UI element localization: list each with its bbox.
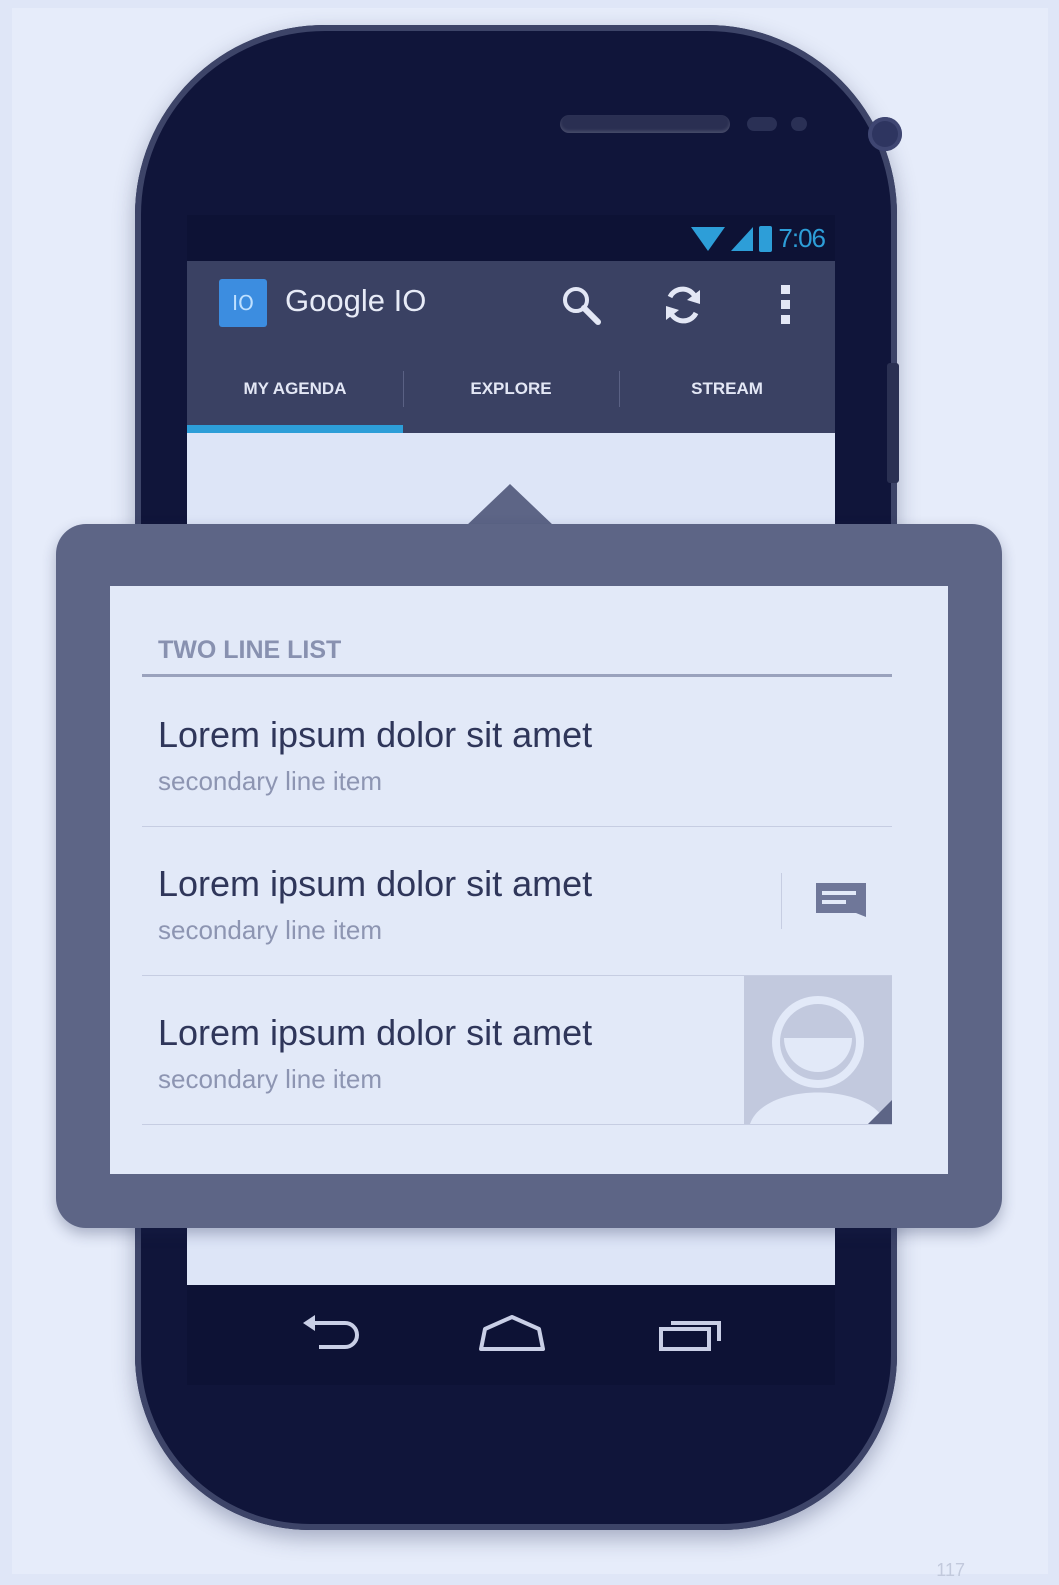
contact-avatar[interactable]	[744, 976, 892, 1124]
list-item[interactable]: Lorem ipsum dolor sit amet secondary lin…	[142, 678, 892, 827]
signal-icon	[731, 226, 754, 251]
tab-explore[interactable]: EXPLORE	[403, 345, 619, 433]
light-sensor	[791, 117, 807, 131]
app-icon[interactable]: IO	[219, 279, 267, 327]
list-item-primary: Lorem ipsum dolor sit amet	[158, 1012, 593, 1053]
tab-my-agenda[interactable]: MY AGENDA	[187, 345, 403, 433]
navigation-bar	[187, 1285, 835, 1385]
overflow-menu-icon	[781, 285, 790, 324]
list-header-divider	[142, 674, 892, 677]
refresh-icon	[666, 286, 700, 324]
message-button[interactable]	[816, 883, 866, 917]
home-icon	[479, 1315, 545, 1351]
refresh-button[interactable]	[653, 275, 713, 335]
proximity-sensor	[747, 117, 777, 131]
list-item-primary: Lorem ipsum dolor sit amet	[158, 863, 593, 904]
list-item[interactable]: Lorem ipsum dolor sit amet secondary lin…	[142, 827, 892, 976]
status-bar: 7:06	[187, 215, 835, 261]
tab-bar: MY AGENDA EXPLORE STREAM	[187, 345, 835, 433]
message-icon	[816, 883, 866, 917]
front-camera	[868, 117, 902, 151]
selected-tab-indicator	[187, 425, 403, 433]
side-button	[887, 363, 899, 483]
app-icon-label: IO	[232, 291, 254, 315]
recent-apps-icon	[659, 1321, 721, 1351]
list-item-secondary: secondary line item	[158, 915, 382, 945]
earpiece-speaker	[560, 115, 730, 133]
tab-stream[interactable]: STREAM	[619, 345, 835, 433]
home-button[interactable]	[477, 1313, 545, 1353]
back-icon	[303, 1315, 359, 1349]
search-button[interactable]	[551, 275, 611, 335]
list-header: TWO LINE LIST	[158, 636, 342, 664]
two-line-list-card: TWO LINE LIST Lorem ipsum dolor sit amet…	[110, 586, 948, 1174]
contact-avatar-icon	[744, 976, 892, 1124]
list-item-secondary: secondary line item	[158, 766, 382, 796]
list-item-primary: Lorem ipsum dolor sit amet	[158, 714, 593, 755]
battery-icon	[759, 225, 773, 252]
list-item-secondary: secondary line item	[158, 1064, 382, 1094]
item-action-divider	[781, 873, 782, 929]
search-icon	[563, 287, 601, 325]
page-number: 117	[936, 1560, 965, 1580]
callout-pointer	[466, 484, 554, 526]
wifi-icon	[691, 226, 726, 251]
action-bar: IO Google IO	[187, 261, 835, 346]
overflow-menu-button[interactable]	[755, 275, 815, 335]
list-item[interactable]: Lorem ipsum dolor sit amet secondary lin…	[142, 976, 892, 1125]
back-button[interactable]	[299, 1313, 363, 1353]
recent-apps-button[interactable]	[657, 1313, 721, 1353]
app-title: Google IO	[285, 283, 427, 318]
status-time: 7:06	[778, 223, 826, 253]
